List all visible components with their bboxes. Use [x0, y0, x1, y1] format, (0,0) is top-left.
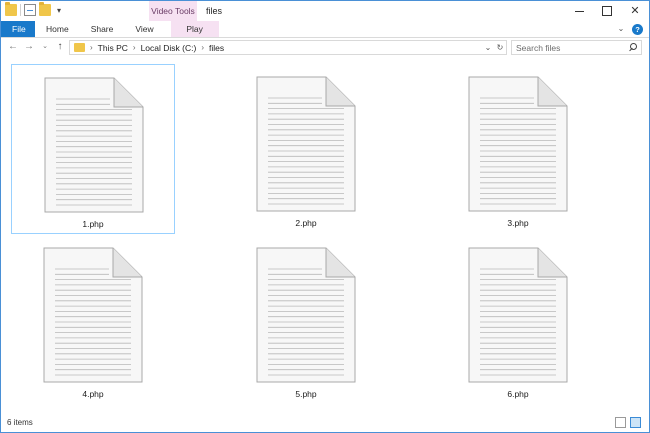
tab-file[interactable]: File	[1, 21, 35, 37]
document-icon	[468, 247, 568, 383]
file-item[interactable]: 3.php	[436, 64, 600, 234]
quick-access-toolbar: ▾	[5, 2, 64, 16]
tab-share[interactable]: Share	[80, 21, 125, 37]
folder-icon	[5, 2, 17, 16]
search-input[interactable]: Search files	[516, 43, 627, 53]
forward-arrow-icon[interactable]: →	[23, 41, 35, 53]
ribbon-tabs: File Home Share View Play ⌄ ?	[1, 21, 649, 38]
file-item[interactable]: 5.php	[224, 235, 388, 405]
address-bar-actions: ⌄ ↻	[482, 41, 506, 54]
chevron-right-icon[interactable]: ›	[201, 43, 204, 52]
document-icon	[256, 76, 356, 212]
tab-view[interactable]: View	[124, 21, 164, 37]
document-icon	[43, 247, 143, 383]
breadcrumb-local-disk[interactable]: Local Disk (C:)	[141, 43, 197, 53]
file-name: 4.php	[82, 389, 104, 399]
file-name: 3.php	[507, 218, 529, 228]
search-icon[interactable]	[627, 41, 641, 54]
ribbon-right-controls: ⌄ ?	[616, 21, 643, 37]
tab-play[interactable]: Play	[170, 21, 219, 37]
refresh-icon[interactable]: ↻	[494, 41, 506, 54]
address-history-icon[interactable]: ⌄	[482, 41, 494, 54]
document-icon	[256, 247, 356, 383]
title-bar: ▾ Video Tools files ✕	[1, 1, 649, 21]
file-item[interactable]: 4.php	[11, 235, 175, 405]
back-arrow-icon[interactable]: ←	[7, 41, 19, 53]
file-name: 2.php	[295, 218, 317, 228]
navigation-bar: ← → ⌄ ↑ › This PC › Local Disk (C:) › fi…	[1, 38, 649, 57]
file-name: 5.php	[295, 389, 317, 399]
help-icon[interactable]: ?	[632, 23, 643, 35]
status-bar: 6 items	[1, 414, 649, 432]
window-title: files	[206, 6, 223, 16]
file-item[interactable]: 1.php	[11, 64, 175, 234]
document-icon	[44, 77, 144, 213]
file-item[interactable]: 6.php	[436, 235, 600, 405]
new-folder-icon[interactable]	[39, 2, 51, 16]
breadcrumb-files[interactable]: files	[209, 43, 224, 53]
tab-home[interactable]: Home	[35, 21, 80, 37]
breadcrumb-this-pc[interactable]: This PC	[98, 43, 128, 53]
file-name: 1.php	[82, 219, 104, 229]
address-bar[interactable]: › This PC › Local Disk (C:) › files ⌄ ↻	[69, 40, 507, 55]
explorer-window: ▾ Video Tools files ✕ File Home Share Vi…	[0, 0, 650, 433]
chevron-right-icon[interactable]: ›	[90, 43, 93, 52]
customize-toolbar-icon[interactable]: ▾	[54, 6, 64, 15]
large-icons-view-icon[interactable]	[630, 417, 641, 428]
item-count: 6 items	[7, 418, 33, 427]
search-box[interactable]: Search files	[511, 40, 642, 55]
expand-ribbon-icon[interactable]: ⌄	[616, 24, 626, 34]
folder-icon	[74, 43, 85, 52]
file-name: 6.php	[507, 389, 529, 399]
document-icon	[468, 76, 568, 212]
properties-icon[interactable]	[24, 4, 36, 16]
minimize-button[interactable]	[565, 1, 593, 21]
maximize-button[interactable]	[593, 1, 621, 21]
file-list: 1.php 2.php 3.php 4.php 5.php 6.php	[1, 58, 649, 414]
window-controls: ✕	[565, 1, 649, 21]
up-arrow-icon[interactable]: ↑	[54, 41, 66, 53]
file-item[interactable]: 2.php	[224, 64, 388, 234]
toolbar-separator	[20, 4, 21, 16]
chevron-right-icon[interactable]: ›	[133, 43, 136, 52]
recent-locations-icon[interactable]: ⌄	[39, 41, 51, 53]
details-view-icon[interactable]	[615, 417, 626, 428]
context-tab-title: Video Tools	[149, 1, 197, 21]
close-button[interactable]: ✕	[621, 1, 649, 21]
view-switcher	[615, 417, 641, 428]
